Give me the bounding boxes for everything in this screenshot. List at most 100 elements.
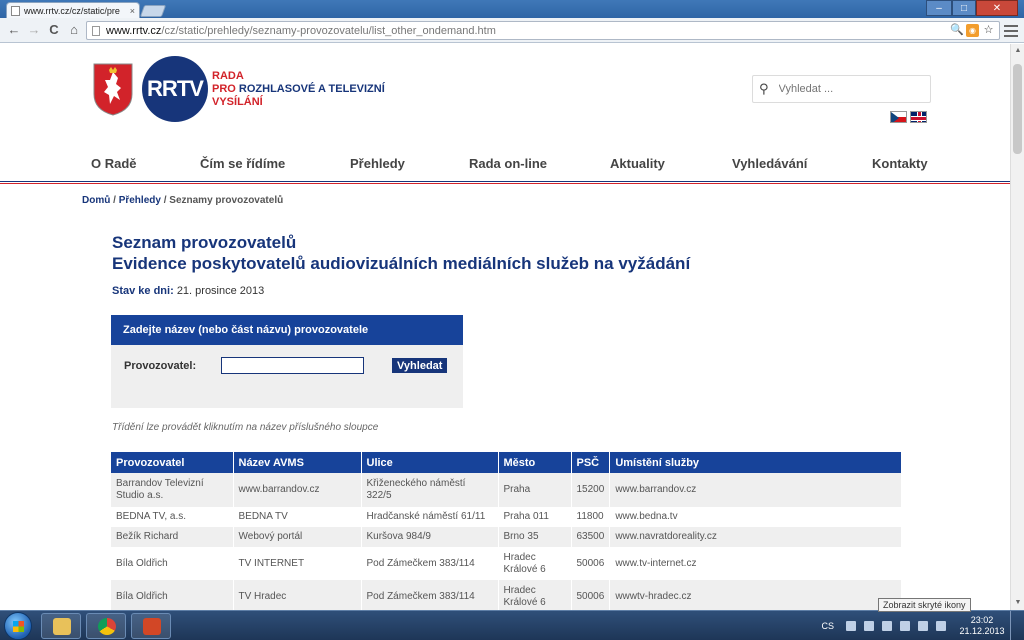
table-row: Bíla Oldřich TV Hradec Pod Zámečkem 383/… — [111, 580, 902, 610]
cell-mesto: Hradec Králové 6 — [498, 547, 572, 580]
cell-ulice: Pod Zámečkem 383/114 — [361, 580, 499, 610]
breadcrumb: Domů / Přehledy / Seznamy provozovatelů — [82, 195, 283, 206]
url-host: www.rrtv.cz — [106, 24, 162, 37]
column-ulice[interactable]: Ulice — [361, 452, 499, 473]
cell-mesto: Brno 35 — [498, 527, 572, 547]
reload-button[interactable]: C — [46, 22, 62, 38]
start-button[interactable] — [4, 612, 32, 640]
table-header-row: Provozovatel Název AVMS Ulice Město PSČ … — [111, 452, 902, 473]
table-row: BEDNA TV, a.s. BEDNA TV Hradčanské náměs… — [111, 507, 902, 527]
cell-nazev-avms: BEDNA TV — [233, 507, 362, 527]
tray-tooltip: Zobrazit skryté ikony — [878, 598, 971, 612]
table-row: Bíla Oldřich TV INTERNET Pod Zámečkem 38… — [111, 547, 902, 580]
scroll-thumb[interactable] — [1013, 64, 1022, 154]
page-viewport: RRTV RADA PRO ROZHLASOVÉ A TELEVIZNÍ VYS… — [0, 44, 1024, 610]
browser-tab[interactable]: www.rrtv.cz/cz/static/pre × — [6, 2, 140, 18]
taskbar-powerpoint[interactable] — [131, 613, 171, 639]
nav-divider-red — [0, 183, 1010, 184]
page-scrollbar[interactable]: ▲ ▼ — [1010, 44, 1024, 610]
czech-coat-of-arms-icon — [93, 63, 133, 116]
url-path: /cz/static/prehledy/seznamy-provozovatel… — [161, 24, 496, 37]
new-tab-button[interactable] — [139, 5, 167, 17]
cell-nazev-avms: TV Hradec — [233, 580, 362, 610]
rss-icon[interactable]: ◉ — [966, 24, 979, 37]
back-button[interactable]: ← — [6, 22, 22, 38]
omnibox-actions: 🔍 ◉ ☆ — [950, 24, 995, 37]
provider-search-input[interactable] — [221, 357, 364, 374]
nav-rada-online[interactable]: Rada on-line — [469, 156, 547, 171]
cell-provozovatel: Bežík Richard — [111, 527, 234, 547]
column-mesto[interactable]: Město — [498, 452, 572, 473]
cell-umisteni-sluzby: wwwtv-hradec.cz — [609, 580, 902, 610]
nav-cim-se-ridime[interactable]: Čím se řídíme — [200, 156, 285, 171]
clock[interactable]: 23:02 21.12.2013 — [958, 615, 1006, 637]
site-search: ⚲ — [752, 75, 931, 103]
nav-prehledy[interactable]: Přehledy — [350, 156, 405, 171]
search-icon[interactable]: ⚲ — [759, 81, 769, 97]
logo-line-2a: PRO — [212, 82, 236, 95]
column-umisteni-sluzby[interactable]: Umístění služby — [609, 452, 902, 473]
cell-psc: 50006 — [571, 580, 611, 610]
browser-menu-icon[interactable] — [1004, 22, 1018, 38]
forward-button[interactable]: → — [26, 22, 42, 38]
logo-line-3: VYSÍLÁNÍ — [212, 95, 263, 108]
cell-psc: 11800 — [571, 507, 611, 527]
cell-psc: 15200 — [571, 473, 611, 507]
column-psc[interactable]: PSČ — [571, 452, 611, 473]
czech-flag-icon[interactable] — [890, 111, 907, 123]
provider-label: Provozovatel: — [124, 360, 197, 372]
cell-mesto: Praha — [498, 473, 572, 507]
column-nazev-avms[interactable]: Název AVMS — [233, 452, 362, 473]
state-date: Stav ke dni: 21. prosince 2013 — [112, 285, 264, 297]
minimize-button[interactable]: – — [926, 0, 952, 16]
site-search-input[interactable] — [778, 83, 919, 95]
scroll-down-icon[interactable]: ▼ — [1011, 596, 1024, 610]
logo-line-2b: ROZHLASOVÉ A TELEVIZNÍ — [238, 82, 385, 95]
scroll-up-icon[interactable]: ▲ — [1011, 44, 1024, 58]
browser-toolbar: ← → C ⌂ www.rrtv.cz/cz/static/prehledy/s… — [0, 18, 1024, 43]
network-icon[interactable] — [900, 621, 910, 631]
taskbar-chrome[interactable] — [86, 613, 126, 639]
page-icon — [92, 25, 100, 36]
maximize-button[interactable]: □ — [952, 0, 976, 16]
cell-nazev-avms: Webový portál — [233, 527, 362, 547]
english-flag-icon[interactable] — [910, 111, 927, 123]
cell-ulice: Kuršova 984/9 — [361, 527, 499, 547]
folder-icon — [53, 618, 71, 635]
breadcrumb-separator: / — [110, 195, 119, 206]
cell-nazev-avms: www.barrandov.cz — [233, 473, 362, 507]
show-desktop-button[interactable] — [1010, 611, 1020, 640]
show-hidden-icons-icon[interactable] — [846, 621, 856, 631]
cell-mesto: Hradec Králové 6 — [498, 580, 572, 610]
taskbar-explorer[interactable] — [41, 613, 81, 639]
cell-umisteni-sluzby: www.tv-internet.cz — [609, 547, 902, 580]
table-row: Bežík Richard Webový portál Kuršova 984/… — [111, 527, 902, 547]
nav-o-rade[interactable]: O Radě — [91, 156, 137, 171]
device-icon[interactable] — [882, 621, 892, 631]
volume-icon[interactable] — [918, 621, 928, 631]
zoom-icon[interactable]: 🔍 — [950, 24, 964, 37]
nav-aktuality[interactable]: Aktuality — [610, 156, 665, 171]
tab-close-icon[interactable]: × — [130, 6, 135, 16]
nav-vyhledavani[interactable]: Vyhledávání — [732, 156, 807, 171]
bookmark-star-icon[interactable]: ☆ — [982, 24, 995, 37]
column-provozovatel[interactable]: Provozovatel — [111, 452, 234, 473]
page-favicon-icon — [11, 5, 20, 16]
provider-search-button[interactable]: Vyhledat — [392, 358, 448, 373]
rrtv-logo[interactable]: RRTV RADA PRO ROZHLASOVÉ A TELEVIZNÍ VYS… — [92, 56, 385, 122]
system-tray: CS 23:02 21.12.2013 — [821, 611, 1020, 640]
providers-table: Provozovatel Název AVMS Ulice Město PSČ … — [111, 452, 902, 610]
cell-umisteni-sluzby: www.bedna.tv — [609, 507, 902, 527]
address-bar[interactable]: www.rrtv.cz/cz/static/prehledy/seznamy-p… — [86, 21, 1000, 40]
nav-kontakty[interactable]: Kontakty — [872, 156, 928, 171]
home-button[interactable]: ⌂ — [66, 22, 82, 38]
language-indicator[interactable]: CS — [821, 621, 834, 631]
sort-note: Třídění lze provádět kliknutím na název … — [112, 422, 379, 433]
breadcrumb-home[interactable]: Domů — [82, 195, 110, 206]
breadcrumb-current: Seznamy provozovatelů — [169, 195, 284, 206]
close-window-button[interactable]: ✕ — [976, 0, 1018, 16]
dropbox-icon[interactable] — [936, 621, 946, 631]
cell-provozovatel: Barrandov Televizní Studio a.s. — [111, 473, 234, 507]
flag-icon[interactable] — [864, 621, 874, 631]
breadcrumb-prehledy[interactable]: Přehledy — [119, 195, 161, 206]
